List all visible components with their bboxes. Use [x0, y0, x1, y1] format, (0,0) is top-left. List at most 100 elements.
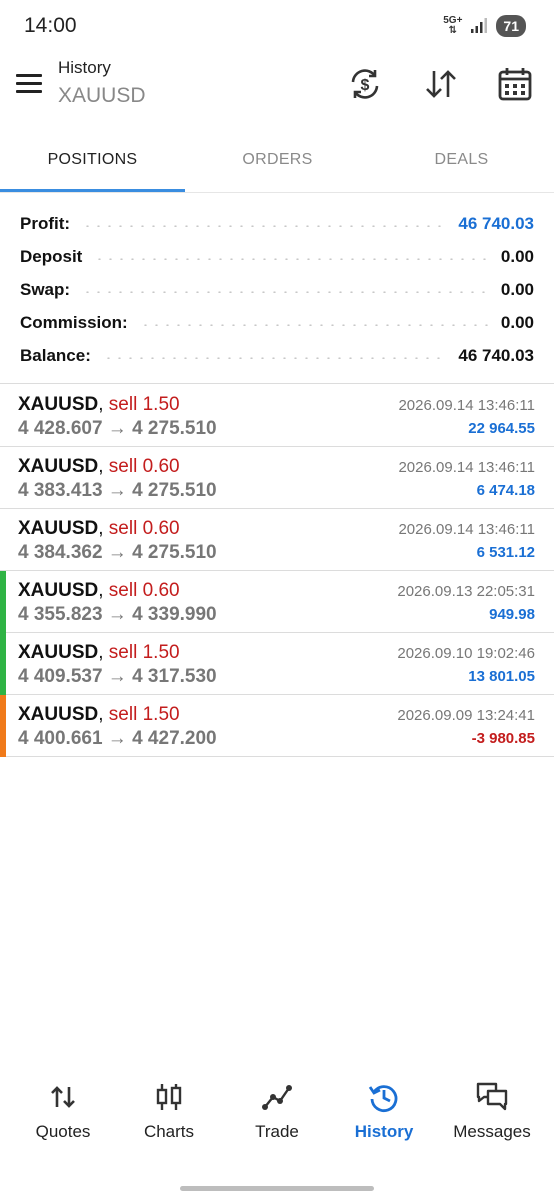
- nav-trade[interactable]: Trade: [222, 1070, 332, 1150]
- battery-icon: 71: [496, 15, 526, 37]
- position-profit: 949.98: [489, 606, 535, 623]
- status-indicators: 5G+ ⇅ 71: [443, 14, 526, 38]
- position-separator: ,: [98, 704, 109, 725]
- positions-list: XAUUSD, sell 1.50 4 428.607 → 4 275.510 20…: [0, 385, 554, 757]
- position-symbol: XAUUSD: [18, 518, 99, 539]
- position-time: 2026.09.10 19:02:46: [397, 645, 535, 662]
- position-volume: 0.60: [142, 518, 180, 539]
- summary-value: 46 740.03: [458, 345, 534, 365]
- nav-label: History: [354, 1122, 414, 1141]
- dotted-leader: [82, 290, 489, 293]
- position-row[interactable]: XAUUSD, sell 0.60 4 384.362 → 4 275.510 20…: [0, 509, 554, 571]
- history-tabs: POSITIONS ORDERS DEALS: [0, 140, 554, 194]
- candlestick-icon: [156, 1084, 182, 1110]
- bottom-navigation: Quotes Charts Trade History Messages: [0, 1070, 554, 1160]
- position-row[interactable]: XAUUSD, sell 1.50 4 409.537 → 4 317.530 20…: [0, 633, 554, 695]
- position-time: 2026.09.14 13:46:11: [398, 521, 535, 538]
- position-prices: 4 400.661 → 4 427.200: [18, 728, 217, 749]
- nav-charts[interactable]: Charts: [114, 1070, 224, 1150]
- summary-label: Profit:: [20, 213, 71, 233]
- tab-orders[interactable]: ORDERS: [185, 140, 370, 194]
- nav-label: Trade: [255, 1122, 299, 1141]
- nav-label: Quotes: [35, 1122, 91, 1141]
- position-title: XAUUSD, sell 0.60: [18, 456, 180, 478]
- sort-arrows-icon[interactable]: [422, 65, 460, 103]
- position-marker: [0, 571, 6, 633]
- position-side: sell: [108, 456, 138, 477]
- summary-row-profit: Profit: 46 740.03: [0, 207, 554, 240]
- svg-text:$: $: [361, 77, 370, 94]
- position-time: 2026.09.14 13:46:11: [398, 397, 535, 414]
- dotted-leader: [139, 323, 489, 326]
- position-separator: ,: [98, 456, 109, 477]
- summary-label: Commission:: [20, 312, 128, 332]
- summary-value: 0.00: [500, 312, 534, 332]
- position-symbol: XAUUSD: [18, 394, 99, 415]
- position-side: sell: [108, 394, 138, 415]
- summary-value: 0.00: [500, 279, 534, 299]
- position-prices: 4 355.823 → 4 339.990: [18, 604, 217, 625]
- tab-positions[interactable]: POSITIONS: [0, 140, 185, 194]
- summary-row-balance: Balance: 46 740.03: [0, 339, 554, 372]
- position-title: XAUUSD, sell 0.60: [18, 580, 180, 602]
- position-marker: [0, 695, 6, 757]
- position-prices: 4 428.607 → 4 275.510: [18, 418, 217, 439]
- position-volume: 1.50: [142, 394, 180, 415]
- position-side: sell: [108, 642, 138, 663]
- trade-line-icon: [262, 1085, 292, 1110]
- dotted-leader: [102, 356, 447, 359]
- position-prices: 4 384.362 → 4 275.510: [18, 542, 217, 563]
- messages-icon: [476, 1082, 508, 1111]
- symbol-subtitle[interactable]: XAUUSD: [58, 84, 146, 108]
- position-profit: 13 801.05: [468, 668, 535, 685]
- menu-icon[interactable]: [14, 69, 44, 99]
- page-title: History: [58, 58, 111, 77]
- app-header: History XAUUSD $: [0, 52, 554, 118]
- position-title: XAUUSD, sell 1.50: [18, 394, 180, 416]
- position-time: 2026.09.09 13:24:41: [397, 707, 535, 724]
- home-indicator: [180, 1186, 374, 1191]
- dotted-leader: [82, 224, 447, 227]
- data-arrows-icon: ⇅: [448, 25, 458, 36]
- position-side: sell: [108, 518, 138, 539]
- position-side: sell: [108, 704, 138, 725]
- nav-messages[interactable]: Messages: [437, 1070, 547, 1150]
- position-title: XAUUSD, sell 1.50: [18, 704, 180, 726]
- position-row[interactable]: XAUUSD, sell 1.50 4 400.661 → 4 427.200 20…: [0, 695, 554, 757]
- summary-row-commission: Commission: 0.00: [0, 306, 554, 339]
- status-bar: 14:00 5G+ ⇅ 71: [0, 0, 554, 50]
- position-profit: 6 531.12: [476, 544, 535, 561]
- position-separator: ,: [98, 518, 109, 539]
- position-time: 2026.09.13 22:05:31: [397, 583, 535, 600]
- summary-value: 0.00: [500, 246, 534, 266]
- position-title: XAUUSD, sell 0.60: [18, 518, 180, 540]
- nav-label: Messages: [453, 1122, 531, 1141]
- position-title: XAUUSD, sell 1.50: [18, 642, 180, 664]
- position-row[interactable]: XAUUSD, sell 1.50 4 428.607 → 4 275.510 20…: [0, 385, 554, 447]
- position-time: 2026.09.14 13:46:11: [398, 459, 535, 476]
- history-clock-icon: [368, 1085, 398, 1112]
- network-indicator: 5G+ ⇅: [443, 16, 462, 36]
- summary-label: Swap:: [20, 279, 71, 299]
- dotted-leader: [94, 257, 489, 260]
- position-symbol: XAUUSD: [18, 580, 99, 601]
- position-prices: 4 409.537 → 4 317.530: [18, 666, 217, 687]
- account-summary: Profit: 46 740.03 Deposit 0.00 Swap: 0.0…: [0, 207, 554, 372]
- position-row[interactable]: XAUUSD, sell 0.60 4 355.823 → 4 339.990 20…: [0, 571, 554, 633]
- position-prices: 4 383.413 → 4 275.510: [18, 480, 217, 501]
- position-profit: 22 964.55: [468, 420, 535, 437]
- position-volume: 0.60: [142, 580, 180, 601]
- currency-refresh-icon[interactable]: $: [346, 65, 384, 103]
- position-row[interactable]: XAUUSD, sell 0.60 4 383.413 → 4 275.510 20…: [0, 447, 554, 509]
- position-volume: 1.50: [142, 704, 180, 725]
- summary-label: Balance:: [20, 345, 91, 365]
- nav-history[interactable]: History: [329, 1070, 439, 1150]
- calendar-icon[interactable]: [496, 65, 534, 103]
- position-separator: ,: [98, 580, 109, 601]
- summary-divider: [0, 383, 554, 384]
- position-volume: 1.50: [142, 642, 180, 663]
- nav-quotes[interactable]: Quotes: [8, 1070, 118, 1150]
- position-marker: [0, 633, 6, 695]
- tab-deals[interactable]: DEALS: [369, 140, 554, 194]
- summary-value: 46 740.03: [458, 213, 534, 233]
